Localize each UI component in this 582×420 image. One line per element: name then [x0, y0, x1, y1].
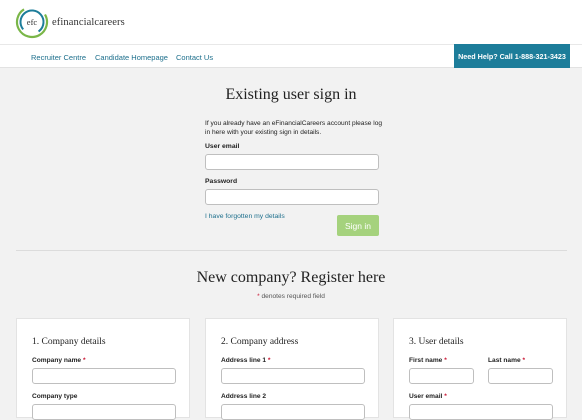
company-name-label: Company name * [32, 357, 86, 364]
required-field-note: * denotes required field [0, 293, 582, 300]
nav-candidate-homepage[interactable]: Candidate Homepage [95, 53, 168, 62]
signin-intro-text: If you already have an eFinancialCareers… [205, 120, 383, 136]
company-type-label: Company type [32, 393, 78, 400]
required-star: * [444, 357, 447, 364]
register-title: New company? Register here [196, 269, 386, 286]
first-name-label-text: First name [409, 357, 443, 364]
logo-wordmark: efinancialcareers [52, 16, 125, 28]
password-input[interactable] [205, 189, 379, 205]
company-address-card: 2. Company address Address line 1 * Addr… [205, 318, 379, 420]
required-star: * [522, 357, 526, 364]
section-divider [16, 250, 567, 251]
company-details-title: 1. Company details [32, 337, 106, 347]
address-line-2-input[interactable] [221, 404, 365, 420]
user-details-title: 3. User details [409, 337, 464, 347]
company-details-card: 1. Company details Company name * Compan… [16, 318, 190, 420]
user-email-register-input[interactable] [409, 404, 553, 420]
forgot-details-link[interactable]: I have forgotten my details [205, 213, 285, 220]
company-type-select[interactable] [32, 404, 176, 420]
required-star: * [444, 393, 447, 400]
company-name-label-text: Company name [32, 357, 82, 364]
last-name-input[interactable] [488, 368, 553, 384]
efc-logo-icon: efc [15, 5, 49, 39]
site-header: efc efinancialcareers [0, 0, 582, 44]
password-label: Password [205, 178, 238, 185]
required-note-text: denotes required field [261, 293, 325, 300]
company-address-title: 2. Company address [221, 337, 299, 347]
address-line-1-input[interactable] [221, 368, 365, 384]
first-name-input[interactable] [409, 368, 474, 384]
sign-in-button[interactable]: Sign in [337, 215, 379, 236]
last-name-label-text: Last name [488, 357, 521, 364]
first-name-label: First name * [409, 357, 447, 364]
required-star: * [257, 293, 260, 300]
user-email-input[interactable] [205, 154, 379, 170]
user-email-register-label: User email * [409, 393, 447, 400]
logo-monogram: efc [27, 17, 38, 27]
efc-logo[interactable]: efc efinancialcareers [15, 5, 125, 39]
user-email-register-label-text: User email [409, 393, 443, 400]
address-line-2-label: Address line 2 [221, 393, 267, 400]
user-details-card: 3. User details First name * Last name *… [393, 318, 567, 420]
nav-contact-us[interactable]: Contact Us [176, 53, 213, 62]
required-star: * [82, 357, 86, 364]
company-name-input[interactable] [32, 368, 176, 384]
address-line-1-label: Address line 1 * [221, 357, 271, 364]
signin-title: Existing user sign in [225, 86, 357, 103]
nav-recruiter-centre[interactable]: Recruiter Centre [31, 53, 86, 62]
user-email-label: User email [205, 143, 240, 150]
required-star: * [267, 357, 271, 364]
need-help-call-button[interactable]: Need Help? Call 1-888-321-3423 [454, 44, 570, 68]
address-line-1-label-text: Address line 1 [221, 357, 267, 364]
last-name-label: Last name * [488, 357, 525, 364]
